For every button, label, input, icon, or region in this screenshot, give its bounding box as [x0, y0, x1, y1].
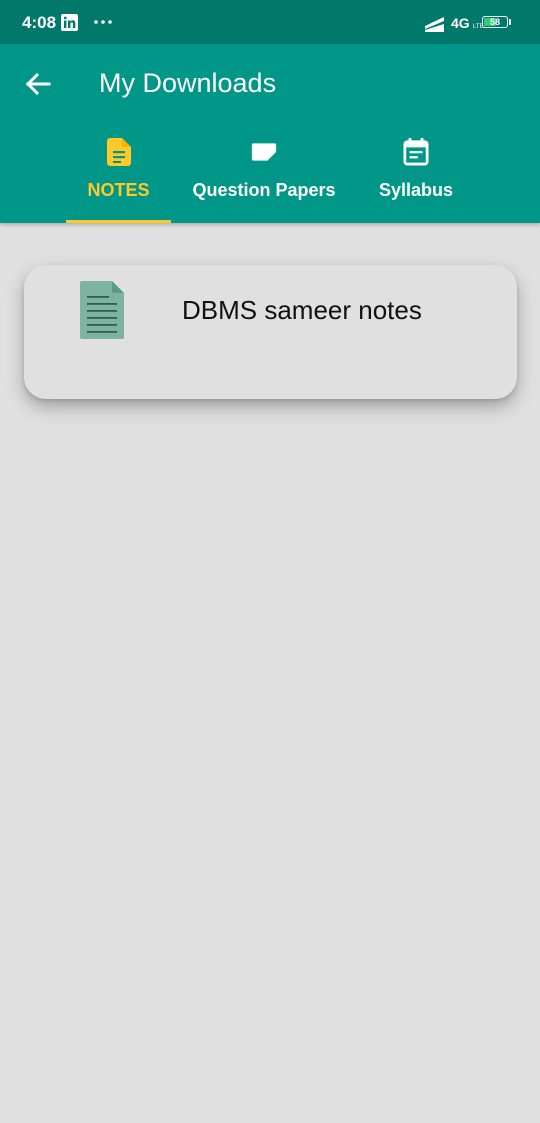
tab-syllabus[interactable]: Syllabus: [368, 132, 464, 223]
note-icon: [251, 138, 277, 166]
signal-icon: [425, 17, 444, 32]
arrow-left-icon: [25, 72, 51, 96]
file-document-icon: [80, 281, 124, 339]
downloads-list: DBMS sameer notes: [0, 223, 540, 1123]
tab-notes[interactable]: NOTES: [66, 132, 171, 223]
tab-syllabus-label: Syllabus: [378, 180, 454, 200]
tab-notes-label: NOTES: [87, 180, 150, 200]
download-item-card[interactable]: DBMS sameer notes: [24, 265, 517, 399]
calendar-text-icon: [403, 138, 429, 166]
app-bar: My Downloads NOTES Question Papers Sylla…: [0, 44, 540, 223]
back-button[interactable]: [16, 64, 60, 104]
tab-question-papers[interactable]: Question Papers: [188, 132, 340, 223]
battery-icon: 58: [482, 16, 508, 28]
battery-level: 58: [489, 17, 500, 27]
status-bar: 4:08 4G LTE 58: [0, 0, 540, 44]
network-type: 4G: [451, 15, 470, 31]
status-time: 4:08: [22, 13, 57, 32]
battery-cap: [509, 19, 511, 25]
download-file-name: DBMS sameer notes: [182, 295, 422, 325]
more-dots-icon: [94, 20, 112, 24]
page-title: My Downloads: [99, 68, 277, 98]
linkedin-icon: [61, 14, 78, 31]
tab-question-papers-label: Question Papers: [192, 180, 336, 200]
file-document-icon: [106, 138, 132, 166]
